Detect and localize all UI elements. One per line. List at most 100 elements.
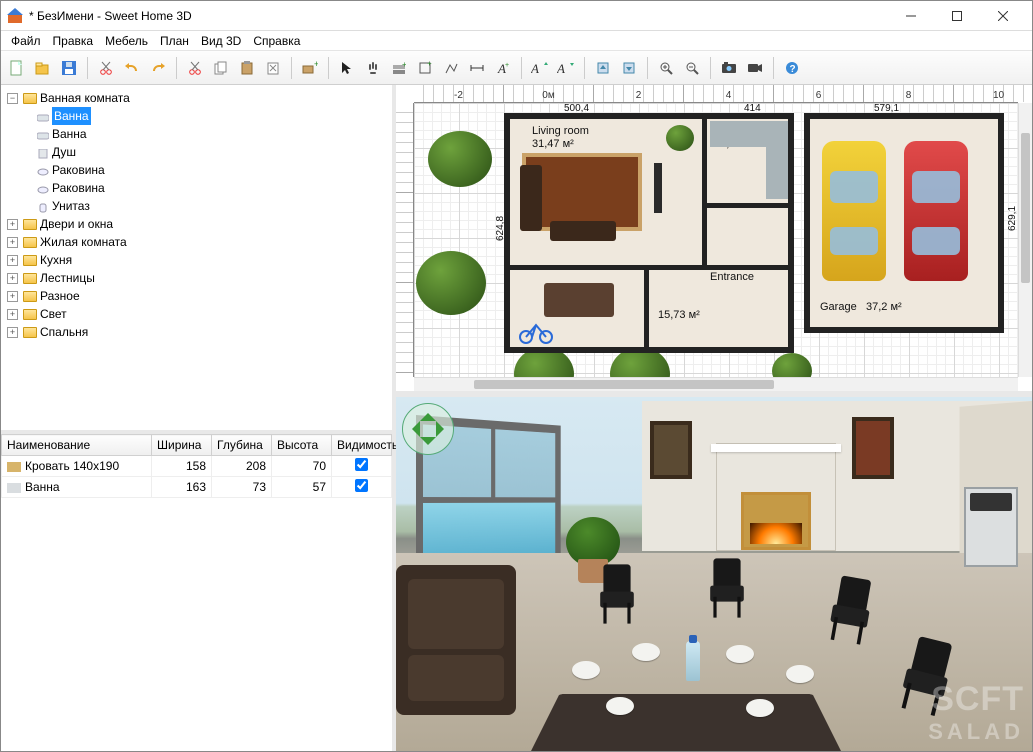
tree-category[interactable]: Кухня xyxy=(40,251,72,269)
nav-left-icon[interactable] xyxy=(404,421,420,437)
th-depth[interactable]: Глубина xyxy=(212,435,272,456)
tree-category[interactable]: Ванная комната xyxy=(40,89,130,107)
furniture-table[interactable]: Наименование Ширина Глубина Высота Видим… xyxy=(1,434,392,498)
tree-expander[interactable]: + xyxy=(7,327,18,338)
cell-width: 158 xyxy=(152,456,212,477)
tree-item[interactable]: Ванна xyxy=(52,107,91,125)
tree-item[interactable]: Раковина xyxy=(52,161,105,179)
room-name: Garage xyxy=(820,301,857,313)
tree-item[interactable]: Раковина xyxy=(52,179,105,197)
photo-button[interactable] xyxy=(717,56,741,80)
room-name: Living room xyxy=(532,125,589,137)
chair-3d xyxy=(600,564,634,623)
toolbar-sep xyxy=(647,57,648,79)
tree-category[interactable]: Лестницы xyxy=(40,269,95,287)
zoom-in-button[interactable] xyxy=(654,56,678,80)
video-button[interactable] xyxy=(743,56,767,80)
visibility-checkbox[interactable] xyxy=(355,479,368,492)
menu-help[interactable]: Справка xyxy=(247,32,306,50)
minimize-button[interactable] xyxy=(888,1,934,31)
tree-item[interactable]: Унитаз xyxy=(52,197,90,215)
folder-icon xyxy=(23,93,37,104)
menu-file[interactable]: Файл xyxy=(5,32,47,50)
dimension-label: 414 xyxy=(744,103,761,114)
room-area: 31,47 м² xyxy=(532,138,574,150)
nav-right-icon[interactable] xyxy=(436,421,452,437)
view-3d-panel[interactable]: SCFTSALAD xyxy=(396,397,1032,751)
tree-expander[interactable]: + xyxy=(7,237,18,248)
close-button[interactable] xyxy=(980,1,1026,31)
tree-category[interactable]: Двери и окна xyxy=(40,215,113,233)
scrollbar-vertical[interactable] xyxy=(1018,103,1032,377)
table-row[interactable]: Кровать 140x190 158 208 70 xyxy=(2,456,392,477)
th-visible[interactable]: Видимость xyxy=(332,435,392,456)
room-area: 37,2 м² xyxy=(866,301,902,313)
tree-category[interactable]: Спальня xyxy=(40,323,88,341)
plan-2d-panel[interactable]: -2 0м 2 4 6 8 10 0м 2 4 xyxy=(396,85,1032,391)
tree-expander[interactable]: + xyxy=(7,255,18,266)
new-button[interactable] xyxy=(5,56,29,80)
dimension-tool[interactable] xyxy=(465,56,489,80)
th-width[interactable]: Ширина xyxy=(152,435,212,456)
nav-down-icon[interactable] xyxy=(420,437,436,453)
maximize-button[interactable] xyxy=(934,1,980,31)
text-decrease-button[interactable]: A xyxy=(554,56,578,80)
save-button[interactable] xyxy=(57,56,81,80)
open-button[interactable] xyxy=(31,56,55,80)
text-tool[interactable]: A+ xyxy=(491,56,515,80)
plate xyxy=(726,645,754,663)
import-button[interactable] xyxy=(591,56,615,80)
zoom-out-button[interactable] xyxy=(680,56,704,80)
ruler-horizontal: -2 0м 2 4 6 8 10 xyxy=(414,85,1018,103)
tree-item[interactable]: Душ xyxy=(52,143,76,161)
tree-expander[interactable]: + xyxy=(7,309,18,320)
th-name[interactable]: Наименование xyxy=(2,435,152,456)
tree-category[interactable]: Свет xyxy=(40,305,67,323)
nav-compass[interactable] xyxy=(402,403,454,455)
tree-item[interactable]: Ванна xyxy=(52,125,87,143)
furniture-icon xyxy=(37,128,49,140)
wall-tool[interactable]: + xyxy=(387,56,411,80)
select-tool[interactable] xyxy=(335,56,359,80)
tree-expander[interactable]: + xyxy=(7,291,18,302)
ruler-tick: 6 xyxy=(774,85,864,102)
room-tool[interactable]: + xyxy=(413,56,437,80)
tree-expander[interactable]: + xyxy=(7,219,18,230)
add-furniture-button[interactable]: + xyxy=(298,56,322,80)
plan-canvas[interactable]: 500,4 414 579,1 624,8 629,1 xyxy=(414,103,1018,377)
tree-expander[interactable]: + xyxy=(7,273,18,284)
cut2-button[interactable] xyxy=(183,56,207,80)
furniture-catalog-tree[interactable]: − Ванная комната Ванна Ванна Душ Раковин… xyxy=(1,85,392,430)
redo-button[interactable] xyxy=(146,56,170,80)
tree-category[interactable]: Разное xyxy=(40,287,80,305)
copy-button[interactable] xyxy=(209,56,233,80)
menu-plan[interactable]: План xyxy=(154,32,195,50)
nav-up-icon[interactable] xyxy=(420,405,436,421)
text-increase-button[interactable]: A xyxy=(528,56,552,80)
polyline-tool[interactable] xyxy=(439,56,463,80)
table-row[interactable]: Ванна 163 73 57 xyxy=(2,477,392,498)
toolbar-sep xyxy=(521,57,522,79)
menu-bar: Файл Правка Мебель План Вид 3D Справка xyxy=(1,31,1032,51)
scrollbar-thumb[interactable] xyxy=(1021,133,1030,283)
undo-button[interactable] xyxy=(120,56,144,80)
cut-button[interactable] xyxy=(94,56,118,80)
paste-button[interactable] xyxy=(235,56,259,80)
ruler-tick: 8 xyxy=(864,85,954,102)
export-button[interactable] xyxy=(617,56,641,80)
plate xyxy=(572,661,600,679)
ruler-tick: 4 xyxy=(396,283,413,373)
delete-button[interactable] xyxy=(261,56,285,80)
th-height[interactable]: Высота xyxy=(272,435,332,456)
tree-category[interactable]: Жилая комната xyxy=(40,233,127,251)
menu-3dview[interactable]: Вид 3D xyxy=(195,32,247,50)
help-button[interactable]: ? xyxy=(780,56,804,80)
visibility-checkbox[interactable] xyxy=(355,458,368,471)
furniture-icon xyxy=(37,110,49,122)
scrollbar-horizontal[interactable] xyxy=(414,377,1018,391)
scrollbar-thumb[interactable] xyxy=(474,380,774,389)
tree-expander[interactable]: − xyxy=(7,93,18,104)
pan-tool[interactable] xyxy=(361,56,385,80)
menu-furniture[interactable]: Мебель xyxy=(99,32,154,50)
menu-edit[interactable]: Правка xyxy=(47,32,100,50)
